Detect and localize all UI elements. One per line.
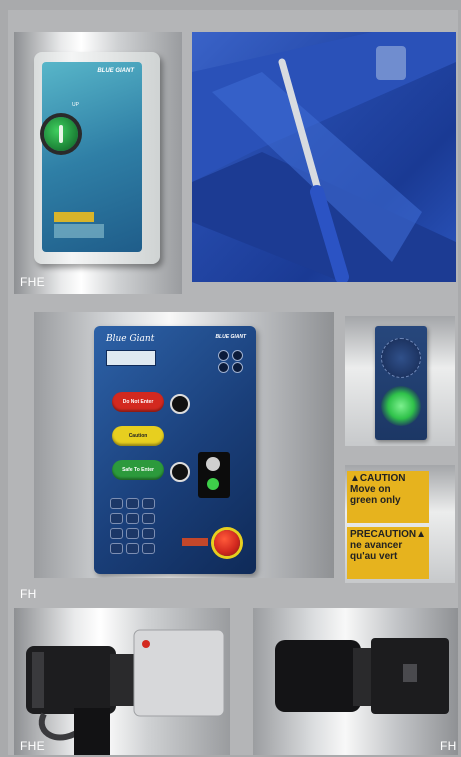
- dock-light-housing: [375, 326, 427, 440]
- panel-script-logo: Blue Giant: [106, 334, 155, 344]
- caution-line-1: Move on: [350, 484, 391, 495]
- do-not-enter-button[interactable]: Do Not Enter: [112, 392, 164, 412]
- caution-line-2: green only: [350, 495, 401, 506]
- caution-sign-french: PRECAUTION▲ ne avancer qu'au vert: [347, 527, 429, 579]
- keypad-key[interactable]: [142, 513, 155, 524]
- key-switch[interactable]: [206, 457, 220, 471]
- safe-to-enter-button[interactable]: Safe To Enter: [112, 460, 164, 480]
- instruction-label: [54, 224, 104, 238]
- mount-bracket: [74, 708, 110, 755]
- power-unit-photo-fh: [253, 608, 458, 755]
- indicator-light: [218, 350, 229, 361]
- power-unit-illustration: [26, 629, 225, 755]
- key-switch-plate: [198, 452, 230, 498]
- up-label: UP: [72, 102, 79, 108]
- caption-fh-bottom: FH: [440, 739, 457, 753]
- caution-heading: ▲CAUTION: [350, 473, 406, 484]
- catalog-frame: BLUE GIANT UP FHE Blue Giant BLUE GIANT: [8, 10, 458, 755]
- motor-body: [275, 640, 361, 712]
- control-panel-enclosure: Blue Giant BLUE GIANT Do Not Enter Cauti…: [94, 326, 256, 574]
- power-unit-photo-fhe: [14, 608, 230, 755]
- fill-cap: [142, 640, 150, 648]
- keypad-key[interactable]: [126, 513, 139, 524]
- green-light-icon: [170, 462, 190, 482]
- control-box-photo: BLUE GIANT UP: [14, 32, 182, 294]
- keypad-key[interactable]: [142, 528, 155, 539]
- indicator-light: [218, 362, 229, 373]
- dock-light-photo: [345, 316, 455, 446]
- caution-button[interactable]: Caution: [112, 426, 164, 446]
- push-button-mark: [59, 125, 63, 143]
- keypad-key[interactable]: [110, 498, 123, 509]
- blue-lip-strut-photo: [192, 32, 456, 282]
- dock-light-red-lens: [381, 338, 421, 378]
- dock-light-green-lens: [381, 386, 421, 426]
- precaution-line-1: ne avancer: [350, 540, 403, 551]
- motor-end-cap: [32, 652, 44, 708]
- control-box-face: BLUE GIANT UP: [42, 62, 142, 252]
- info-sticker: [182, 538, 208, 546]
- control-box-brand: BLUE GIANT: [97, 68, 134, 74]
- indicator-light: [232, 350, 243, 361]
- indicator-light: [232, 362, 243, 373]
- strut-illustration: [192, 32, 456, 282]
- keypad-key[interactable]: [142, 498, 155, 509]
- keypad-key[interactable]: [126, 543, 139, 554]
- bracket: [376, 46, 406, 80]
- keypad-key[interactable]: [110, 513, 123, 524]
- caption-fhe-top: FHE: [20, 275, 45, 289]
- warning-label: [54, 212, 94, 222]
- keypad-key[interactable]: [142, 543, 155, 554]
- lcd-display: [106, 350, 156, 366]
- caption-fhe-bottom: FHE: [20, 739, 45, 753]
- caution-sign-english: ▲CAUTION Move on green only: [347, 471, 429, 523]
- keypad: [110, 498, 170, 562]
- pump-block: [110, 654, 136, 706]
- precaution-heading: PRECAUTION▲: [350, 529, 427, 540]
- keypad-key[interactable]: [126, 528, 139, 539]
- up-push-button[interactable]: [44, 117, 78, 151]
- control-panel-photo: Blue Giant BLUE GIANT Do Not Enter Cauti…: [34, 312, 334, 578]
- emergency-stop-button[interactable]: [214, 530, 240, 556]
- keypad-key[interactable]: [110, 528, 123, 539]
- caution-sign-photo: ▲CAUTION Move on green only PRECAUTION▲ …: [345, 465, 455, 583]
- indicator-lights: [216, 350, 246, 373]
- keypad-key[interactable]: [126, 498, 139, 509]
- panel-brand: BLUE GIANT: [215, 334, 246, 340]
- green-indicator: [207, 478, 219, 490]
- valve: [403, 664, 417, 682]
- red-light-icon: [170, 394, 190, 414]
- control-box: BLUE GIANT UP: [34, 52, 160, 264]
- keypad-key[interactable]: [110, 543, 123, 554]
- power-unit-fh-illustration: [275, 638, 449, 714]
- precaution-line-2: qu'au vert: [350, 551, 398, 562]
- caption-fh-middle: FH: [20, 587, 37, 601]
